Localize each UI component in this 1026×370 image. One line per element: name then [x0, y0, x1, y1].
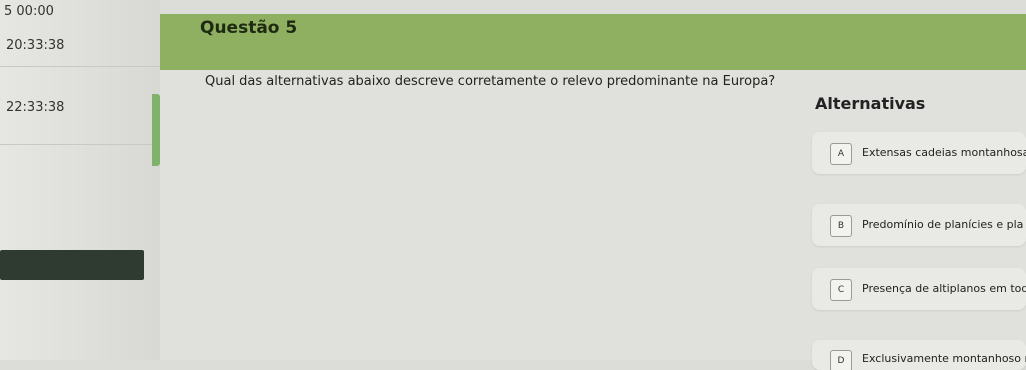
timer-1: 5 00:00 — [4, 4, 54, 19]
question-text: Qual das alternativas abaixo descreve co… — [205, 74, 776, 89]
divider — [0, 144, 160, 145]
option-text: Presença de altiplanos em tod — [862, 282, 1026, 295]
option-d[interactable]: D Exclusivamente montanhoso n — [812, 340, 1026, 370]
question-title: Questão 5 — [200, 18, 298, 38]
timer-2: 20:33:38 — [6, 38, 65, 53]
option-c[interactable]: C Presença de altiplanos em tod — [812, 268, 1026, 310]
option-letter: B — [830, 215, 852, 237]
option-a[interactable]: A Extensas cadeias montanhosa — [812, 132, 1026, 174]
option-letter: D — [830, 350, 852, 370]
option-text: Predomínio de planícies e pla — [862, 218, 1024, 231]
timer-3: 22:33:38 — [6, 100, 65, 115]
option-letter: A — [830, 143, 852, 165]
option-letter: C — [830, 279, 852, 301]
divider — [0, 66, 160, 67]
option-text: Extensas cadeias montanhosa — [862, 146, 1026, 159]
alternatives-title: Alternativas — [815, 94, 926, 113]
option-b[interactable]: B Predomínio de planícies e pla — [812, 204, 1026, 246]
left-panel: 5 00:00 20:33:38 22:33:38 — [0, 0, 160, 360]
panel-scroll-handle[interactable] — [152, 94, 160, 166]
dark-bar[interactable] — [0, 250, 144, 280]
option-text: Exclusivamente montanhoso n — [862, 352, 1026, 365]
